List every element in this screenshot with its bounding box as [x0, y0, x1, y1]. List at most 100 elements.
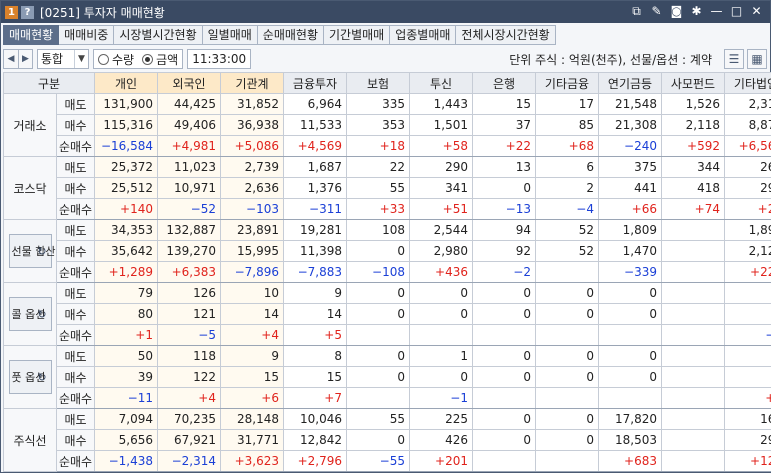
radio-amount-label: 금액: [156, 52, 179, 67]
tab-3[interactable]: 시장별시간현황: [114, 25, 203, 45]
column-header[interactable]: 구분: [3, 72, 95, 94]
link-icon[interactable]: ⧉: [629, 4, 644, 19]
chevron-down-icon[interactable]: ▼: [74, 50, 88, 68]
table-cell: 10,046: [283, 408, 347, 430]
tab-6[interactable]: 기간별매매: [324, 25, 391, 45]
table-cell: 292: [724, 177, 771, 199]
table-cell: 39: [94, 366, 158, 388]
toolbar: ◀ ▶ 통합 ▼ 수량 금액 11:33:00 단위 주식 : 억원(천주), …: [3, 47, 768, 71]
table-cell: +51: [409, 198, 473, 220]
table-cell: 0: [472, 429, 536, 451]
table-cell: 341: [409, 177, 473, 199]
refresh-icon[interactable]: ↻: [36, 308, 49, 321]
table-row: 매수 35,642 139,270 15,995 11,398 0 2,980 92 52 1,4…: [4, 240, 771, 262]
list-view-icon[interactable]: ☰: [724, 49, 744, 69]
column-header[interactable]: 은행: [472, 72, 536, 94]
table-cell: 2,636: [220, 177, 284, 199]
table-cell: 36,938: [220, 114, 284, 136]
table-cell: 0: [409, 303, 473, 325]
column-header[interactable]: 기타법인: [724, 72, 771, 94]
table-cell: 131,900: [94, 93, 158, 115]
time-input[interactable]: 11:33:00: [187, 49, 252, 69]
chevron-right-icon[interactable]: ▶: [18, 50, 32, 68]
table-cell: 52: [535, 219, 599, 241]
column-header[interactable]: 외국인: [157, 72, 221, 94]
close-icon[interactable]: ✕: [749, 4, 764, 19]
table-cell: 108: [346, 219, 410, 241]
grid-view-icon[interactable]: ▦: [747, 49, 767, 69]
table-cell: 15: [220, 366, 284, 388]
column-header[interactable]: 기관계: [220, 72, 284, 94]
table-cell: 28,148: [220, 408, 284, 430]
table-cell: [346, 324, 410, 346]
table-cell: +129: [724, 450, 771, 472]
table-cell: 44,425: [157, 93, 221, 115]
refresh-icon[interactable]: ↻: [36, 245, 49, 258]
table-cell: 2,312: [724, 93, 771, 115]
group-name: 풋 옵션: [11, 370, 46, 384]
table-cell: 0: [472, 177, 536, 199]
table-cell: +24: [724, 198, 771, 220]
table-cell: +4: [157, 387, 221, 409]
column-header[interactable]: 기타금융: [535, 72, 599, 94]
memo-icon[interactable]: ✎: [649, 4, 664, 19]
tab-4[interactable]: 일별매매: [202, 25, 258, 45]
table-cell: 14: [283, 303, 347, 325]
camera-icon[interactable]: ◙: [669, 4, 684, 19]
column-header[interactable]: 사모펀드: [661, 72, 725, 94]
market-select[interactable]: 통합 ▼: [37, 49, 89, 69]
group-label[interactable]: 풋 옵션 ↻: [3, 345, 57, 409]
maximize-icon[interactable]: □: [729, 4, 744, 19]
row-label: 매도: [56, 345, 95, 367]
table-cell: +1,289: [94, 261, 158, 283]
table-row: 선물 합산 ↻ 매도 34,353 132,887 23,891 19,281 108 2,54…: [3, 219, 771, 283]
radio-amount[interactable]: [142, 53, 154, 65]
market-stepper[interactable]: ◀ ▶: [3, 49, 33, 69]
table-cell: 50: [94, 345, 158, 367]
column-header[interactable]: 연기금등: [598, 72, 662, 94]
table-header-row: 구분개인외국인기관계금융투자보험투신은행기타금융연기금등사모펀드기타법인: [3, 72, 771, 94]
table-cell: 34,353: [94, 219, 158, 241]
table-cell: 375: [598, 156, 662, 178]
chevron-left-icon[interactable]: ◀: [4, 50, 18, 68]
group-refresh-button[interactable]: 선물 합산 ↻: [8, 234, 55, 268]
tab-7[interactable]: 업종별매매: [390, 25, 457, 45]
group-refresh-button[interactable]: 풋 옵션 ↻: [8, 360, 52, 394]
row-label: 매수: [56, 114, 95, 136]
screen-number-badge[interactable]: 1: [5, 5, 18, 19]
group-refresh-button[interactable]: 콜 옵션 ↻: [8, 297, 52, 331]
group-label[interactable]: 선물 합산 ↻: [3, 219, 57, 283]
table-cell: [661, 366, 725, 388]
group-label[interactable]: 콜 옵션 ↻: [3, 282, 57, 346]
table-cell: 0: [346, 303, 410, 325]
column-header[interactable]: 투신: [409, 72, 473, 94]
refresh-icon[interactable]: ↻: [36, 371, 49, 384]
tab-5[interactable]: 순매매현황: [257, 25, 324, 45]
table-row: 순매수+1−5+4+5 −1: [4, 324, 771, 346]
table-cell: 25,372: [94, 156, 158, 178]
minimize-icon[interactable]: —: [709, 4, 724, 19]
table-cell: +18: [346, 135, 410, 157]
row-label: 매도: [56, 408, 95, 430]
table-cell: 3: [724, 345, 771, 367]
table-cell: 126: [157, 282, 221, 304]
column-header[interactable]: 개인: [94, 72, 158, 94]
column-header[interactable]: 금융투자: [283, 72, 347, 94]
group-label: 거래소: [3, 93, 57, 157]
help-badge[interactable]: ?: [21, 5, 34, 19]
tab-2[interactable]: 매매비중: [59, 25, 115, 45]
tab-8[interactable]: 전체시장시간현황: [456, 25, 556, 45]
column-header[interactable]: 보험: [346, 72, 410, 94]
table-cell: 2,544: [409, 219, 473, 241]
table-cell: 21,548: [598, 93, 662, 115]
group-label: 코스닥: [3, 156, 57, 220]
gear-icon[interactable]: ✱: [689, 4, 704, 19]
tab-1[interactable]: 매매현황: [3, 25, 60, 45]
market-select-value: 통합: [41, 52, 64, 66]
table-cell: −240: [598, 135, 662, 157]
table-cell: −339: [598, 261, 662, 283]
table-cell: [661, 303, 725, 325]
table-cell: +7: [283, 387, 347, 409]
table-cell: −55: [346, 450, 410, 472]
radio-qty[interactable]: [98, 53, 109, 65]
